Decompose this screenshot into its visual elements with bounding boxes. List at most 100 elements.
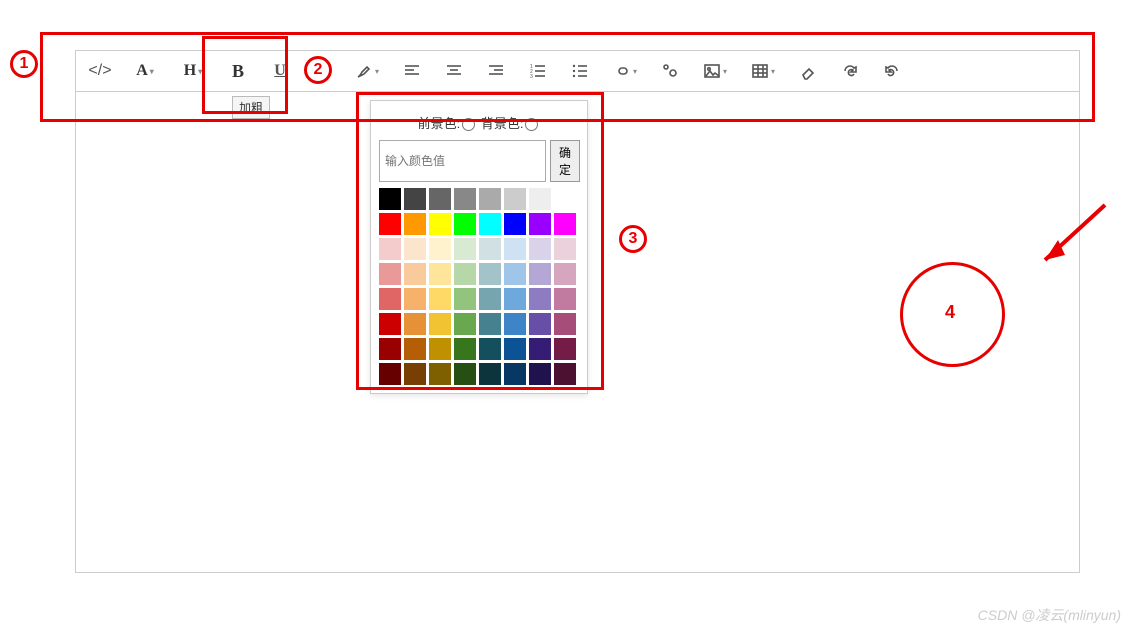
color-swatch[interactable] <box>504 238 526 260</box>
color-swatch[interactable] <box>479 338 501 360</box>
bold-button[interactable]: B <box>226 59 250 83</box>
color-swatch[interactable] <box>554 213 576 235</box>
color-swatch[interactable] <box>529 263 551 285</box>
color-swatch[interactable] <box>479 238 501 260</box>
color-swatch[interactable] <box>529 338 551 360</box>
color-swatch[interactable] <box>554 313 576 335</box>
color-swatch[interactable] <box>379 363 401 385</box>
color-swatch[interactable] <box>479 263 501 285</box>
color-swatch[interactable] <box>454 263 476 285</box>
color-swatch[interactable] <box>379 338 401 360</box>
color-swatch[interactable] <box>554 188 576 210</box>
brush-button[interactable]: ▾ <box>352 59 382 83</box>
code-button[interactable]: </> <box>88 59 112 83</box>
heading-label: H <box>184 62 196 80</box>
color-swatch[interactable] <box>379 288 401 310</box>
color-swatch[interactable] <box>454 188 476 210</box>
color-swatch[interactable] <box>404 238 426 260</box>
color-swatch[interactable] <box>529 313 551 335</box>
color-swatch[interactable] <box>504 338 526 360</box>
color-swatch[interactable] <box>479 363 501 385</box>
color-value-input[interactable] <box>379 140 546 182</box>
color-swatch[interactable] <box>479 313 501 335</box>
color-swatch[interactable] <box>454 338 476 360</box>
color-swatch[interactable] <box>429 263 451 285</box>
color-swatch[interactable] <box>529 213 551 235</box>
chevron-down-icon: ▾ <box>198 67 202 76</box>
eraser-icon <box>799 62 817 80</box>
annotation-num-1: 1 <box>10 50 38 78</box>
undo-icon <box>883 62 901 80</box>
color-swatch[interactable] <box>454 363 476 385</box>
color-swatch[interactable] <box>429 238 451 260</box>
redo-button[interactable] <box>838 59 862 83</box>
color-swatch[interactable] <box>554 338 576 360</box>
color-swatch[interactable] <box>404 313 426 335</box>
color-swatch[interactable] <box>404 188 426 210</box>
color-swatch[interactable] <box>429 363 451 385</box>
color-swatch[interactable] <box>529 288 551 310</box>
svg-text:3: 3 <box>530 74 533 80</box>
image-icon <box>703 62 721 80</box>
color-swatch[interactable] <box>479 288 501 310</box>
align-right-button[interactable] <box>484 59 508 83</box>
list-ul-icon <box>571 62 589 80</box>
color-swatch[interactable] <box>504 263 526 285</box>
color-swatch[interactable] <box>504 363 526 385</box>
color-swatch[interactable] <box>379 213 401 235</box>
color-swatch[interactable] <box>404 213 426 235</box>
color-swatch[interactable] <box>454 313 476 335</box>
list-ol-icon: 123 <box>529 62 547 80</box>
color-swatch[interactable] <box>429 213 451 235</box>
ordered-list-button[interactable]: 123 <box>526 59 550 83</box>
unordered-list-button[interactable] <box>568 59 592 83</box>
color-swatch[interactable] <box>554 263 576 285</box>
color-swatch[interactable] <box>479 188 501 210</box>
color-swatch[interactable] <box>554 363 576 385</box>
color-swatch[interactable] <box>529 188 551 210</box>
color-swatch[interactable] <box>454 213 476 235</box>
color-swatch[interactable] <box>404 363 426 385</box>
strike-button[interactable]: S <box>310 59 334 83</box>
color-swatch[interactable] <box>554 288 576 310</box>
color-swatch[interactable] <box>379 313 401 335</box>
color-swatch[interactable] <box>504 213 526 235</box>
underline-button[interactable]: U <box>268 59 292 83</box>
emoji-button[interactable] <box>658 59 682 83</box>
color-swatch[interactable] <box>554 238 576 260</box>
color-swatch[interactable] <box>529 238 551 260</box>
watermark: CSDN @凌云(mlinyun) <box>978 605 1121 625</box>
color-swatch[interactable] <box>529 363 551 385</box>
background-radio[interactable] <box>525 118 538 131</box>
table-button[interactable]: ▾ <box>748 59 778 83</box>
color-swatch[interactable] <box>454 288 476 310</box>
background-label: 背景色: <box>481 116 524 131</box>
color-swatch[interactable] <box>479 213 501 235</box>
foreground-radio[interactable] <box>462 118 475 131</box>
align-left-button[interactable] <box>400 59 424 83</box>
color-swatch[interactable] <box>429 338 451 360</box>
chevron-down-icon: ▾ <box>771 67 775 76</box>
color-swatch[interactable] <box>504 188 526 210</box>
redo-icon <box>841 62 859 80</box>
color-swatch[interactable] <box>504 313 526 335</box>
undo-button[interactable] <box>880 59 904 83</box>
align-center-button[interactable] <box>442 59 466 83</box>
font-button[interactable]: A▾ <box>130 59 160 83</box>
color-swatch[interactable] <box>379 238 401 260</box>
color-swatch[interactable] <box>504 288 526 310</box>
color-swatch[interactable] <box>404 288 426 310</box>
color-swatch[interactable] <box>454 238 476 260</box>
color-swatch[interactable] <box>379 263 401 285</box>
color-swatch[interactable] <box>429 188 451 210</box>
eraser-button[interactable] <box>796 59 820 83</box>
confirm-button[interactable]: 确定 <box>550 140 580 182</box>
heading-button[interactable]: H▾ <box>178 59 208 83</box>
color-swatch[interactable] <box>404 338 426 360</box>
color-swatch[interactable] <box>379 188 401 210</box>
color-swatch[interactable] <box>404 263 426 285</box>
image-button[interactable]: ▾ <box>700 59 730 83</box>
color-swatch[interactable] <box>429 288 451 310</box>
color-swatch[interactable] <box>429 313 451 335</box>
link-button[interactable]: ▾ <box>610 59 640 83</box>
